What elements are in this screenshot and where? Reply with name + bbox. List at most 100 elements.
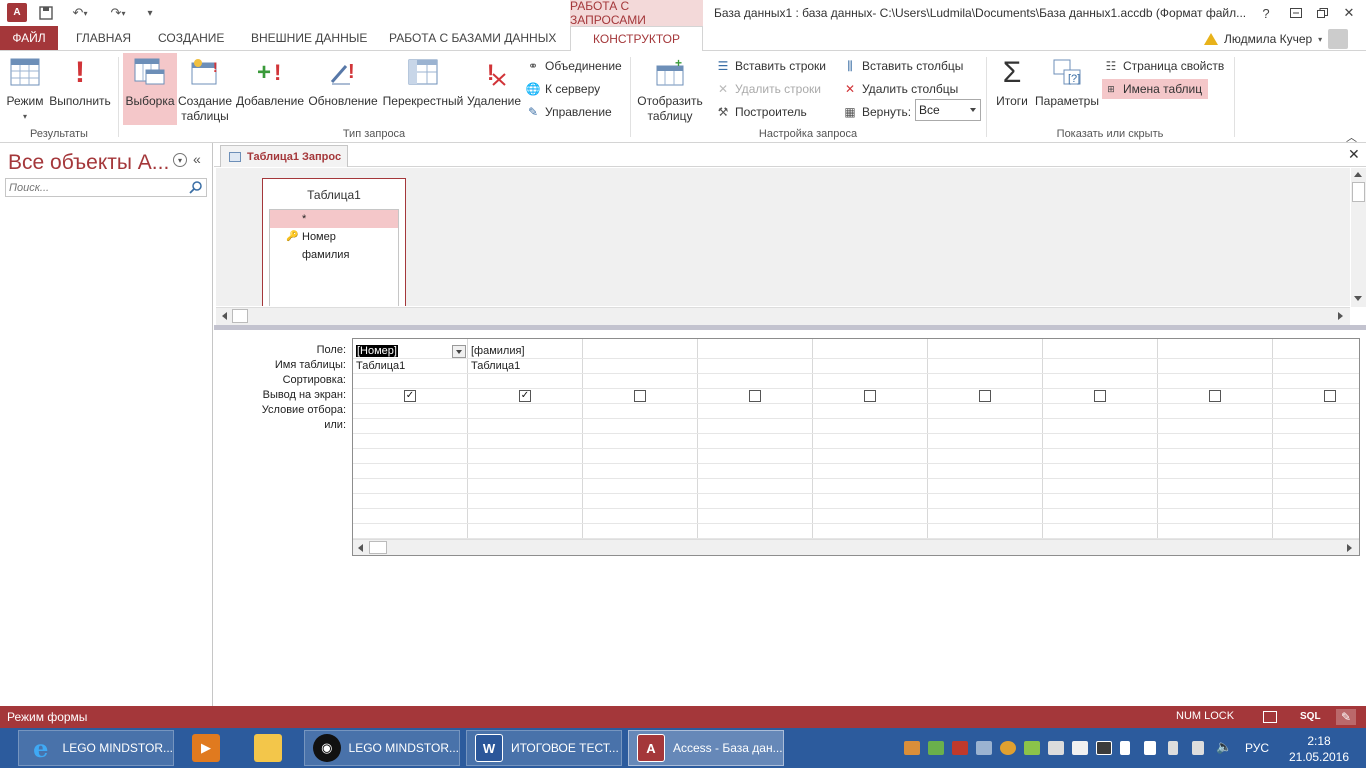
grid-cell-table[interactable]: Таблица1 [468,359,583,374]
grid-cell-or[interactable] [928,494,1043,509]
grid-cell-or[interactable] [353,449,468,464]
collapse-nav-icon[interactable]: « [193,151,201,167]
grid-cell-show[interactable]: ✓ [468,389,583,404]
grid-cell-table[interactable] [1273,359,1359,374]
tab-external-data[interactable]: ВНЕШНИЕ ДАННЫЕ [251,26,367,50]
grid-horizontal-scrollbar[interactable] [353,539,1359,555]
grid-cell-or[interactable] [698,524,813,539]
tray-app-icon[interactable] [1000,741,1016,755]
grid-cell-sort[interactable] [1043,374,1158,389]
scroll-thumb[interactable] [1352,182,1365,202]
datasheet-view-icon[interactable] [1263,711,1277,723]
grid-cell-or[interactable] [1158,479,1273,494]
grid-cell-or[interactable] [1158,524,1273,539]
grid-cell-or[interactable] [468,449,583,464]
grid-cell-or[interactable] [468,494,583,509]
grid-cell-or[interactable] [1158,449,1273,464]
undo-icon[interactable]: ↶ ▾ [66,3,94,23]
field-dropdown-chevron-icon[interactable] [452,345,466,358]
document-tab-query[interactable]: Таблица1 Запрос [220,145,348,167]
search-icon[interactable] [189,180,203,197]
taskbar-item-lego-ie[interactable]: e LEGO MINDSTOR... [18,730,174,766]
grid-cell-or[interactable] [1158,494,1273,509]
scroll-up-icon[interactable] [1354,172,1362,177]
clock[interactable]: 2:18 21.05.2016 [1287,733,1351,765]
grid-cell-or[interactable] [928,449,1043,464]
signal-icon[interactable] [1192,741,1204,755]
grid-cell-or[interactable] [353,509,468,524]
grid-cell-or[interactable] [1273,419,1359,434]
grid-cell-or[interactable] [813,479,928,494]
diagram-horizontal-scrollbar[interactable] [216,307,1350,325]
update-query-button[interactable]: ! Обновление [307,53,379,125]
grid-cell-show[interactable] [1273,389,1359,404]
data-definition-query-button[interactable]: ✎ Управление [526,102,612,122]
grid-cell-or[interactable] [1158,464,1273,479]
grid-cell-show[interactable] [1158,389,1273,404]
tray-app-icon[interactable] [1048,741,1064,755]
tray-app-icon[interactable] [928,741,944,755]
show-checkbox[interactable]: ✓ [519,390,531,402]
grid-cell-or[interactable] [928,479,1043,494]
return-dropdown[interactable]: Все [915,99,981,121]
delete-columns-button[interactable]: ✕ Удалить столбцы [843,79,958,99]
grid-cell-sort[interactable] [1158,374,1273,389]
grid-cell-or[interactable] [353,494,468,509]
delete-query-button[interactable]: ! Удаление [467,53,521,125]
show-table-button[interactable]: + Отобразить таблицу [636,53,704,125]
restore-icon[interactable] [1310,3,1334,23]
grid-cell-or[interactable] [1043,464,1158,479]
grid-cell-field[interactable] [698,344,813,359]
grid-cell-or[interactable] [353,524,468,539]
tray-app-icon[interactable] [1072,741,1088,755]
grid-cell-or[interactable] [698,479,813,494]
customize-qat-icon[interactable]: ▾ [142,3,158,23]
grid-cell-or[interactable] [583,449,698,464]
grid-cell-criteria[interactable] [1158,404,1273,419]
field-list-item-familiya[interactable]: фамилия [270,246,398,264]
grid-cell-or[interactable] [1043,524,1158,539]
field-list-item-nomer[interactable]: 🔑 Номер [270,228,398,246]
grid-cell-or[interactable] [813,494,928,509]
grid-cell-or[interactable] [468,524,583,539]
insert-rows-button[interactable]: ☰ Вставить строки [716,56,826,76]
table-names-button[interactable]: ⊞ Имена таблиц [1102,79,1209,99]
scroll-thumb[interactable] [369,541,387,554]
grid-cell-or[interactable] [698,434,813,449]
show-checkbox[interactable] [864,390,876,402]
grid-cell-or[interactable] [583,434,698,449]
tray-app-icon[interactable] [976,741,992,755]
language-indicator[interactable]: РУС [1245,741,1269,755]
close-icon[interactable]: ✕ [1337,3,1361,23]
grid-cell-or[interactable] [1273,449,1359,464]
grid-cell-or[interactable] [583,464,698,479]
grid-cell-sort[interactable] [583,374,698,389]
grid-cell-or[interactable] [468,479,583,494]
grid-cell-or[interactable] [813,419,928,434]
grid-cell-criteria[interactable] [813,404,928,419]
grid-cell-or[interactable] [353,479,468,494]
field-list-item-all[interactable]: * [270,210,398,228]
grid-cell-or[interactable] [353,434,468,449]
grid-cell-or[interactable] [1043,509,1158,524]
grid-cell-sort[interactable] [928,374,1043,389]
grid-cell-or[interactable] [583,524,698,539]
taskbar-item-access[interactable]: A Access - База дан... [628,730,784,766]
grid-cell-field[interactable]: [Номер] [353,344,468,359]
grid-cell-or[interactable] [1043,479,1158,494]
parameters-button[interactable]: [?] Параметры [1034,53,1100,125]
nav-menu-chevron-icon[interactable]: ▾ [173,153,187,167]
grid-cell-criteria[interactable] [928,404,1043,419]
sql-view-button[interactable]: SQL [1300,711,1321,722]
grid-cell-or[interactable] [468,419,583,434]
grid-cell-or[interactable] [1043,419,1158,434]
network-icon[interactable] [1144,741,1156,755]
grid-cell-table[interactable] [1043,359,1158,374]
grid-cell-criteria[interactable] [1273,404,1359,419]
tab-create[interactable]: СОЗДАНИЕ [158,26,224,50]
grid-cell-sort[interactable] [1273,374,1359,389]
grid-cell-or[interactable] [353,464,468,479]
taskbar-item-media[interactable]: ▶ [184,730,234,766]
grid-cell-or[interactable] [813,449,928,464]
grid-cell-or[interactable] [698,494,813,509]
